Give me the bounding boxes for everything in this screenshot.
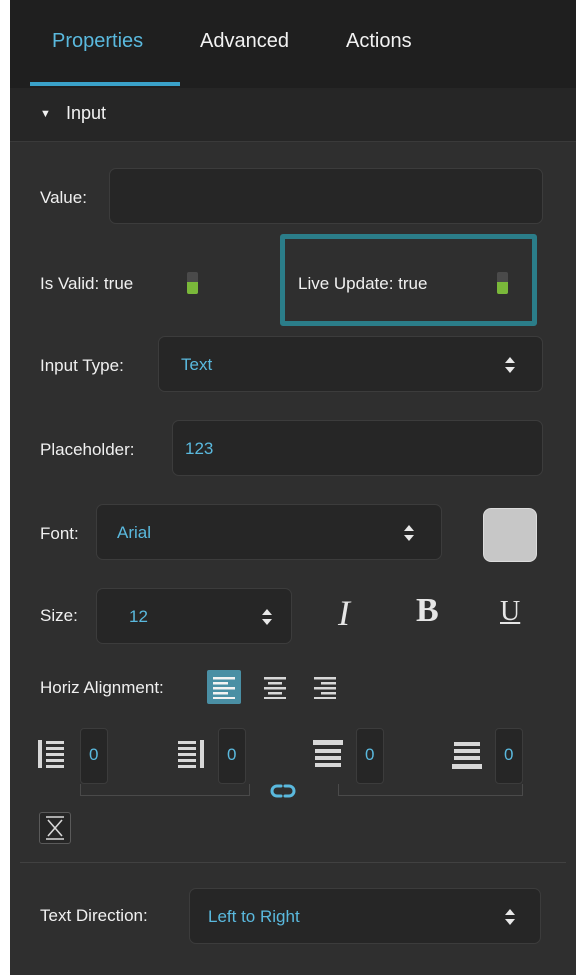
tab-properties[interactable]: Properties [52,30,143,53]
align-center-button[interactable] [258,670,292,704]
value-label: Value: [40,188,87,207]
size-select[interactable]: 12 [96,588,292,644]
select-arrows-icon [505,909,515,925]
align-left-icon [213,677,235,699]
padding-top-input[interactable]: 0 [356,728,384,784]
font-select[interactable]: Arial [96,504,442,560]
input-type-label: Input Type: [40,356,124,375]
text-direction-value: Left to Right [208,907,300,926]
padding-bottom-icon [452,742,482,769]
size-label: Size: [40,606,78,625]
font-color-swatch[interactable] [483,508,537,562]
align-right-button[interactable] [308,670,342,704]
is-valid-label: Is Valid: true [40,274,134,293]
input-type-value: Text [181,355,213,374]
properties-panel: Properties Advanced Actions ▼ Input Valu… [10,0,576,975]
padding-top-value: 0 [365,745,375,764]
font-label: Font: [40,524,79,543]
underline-button[interactable]: U [500,596,520,628]
padding-left-icon [38,740,64,768]
size-value: 12 [129,607,148,626]
bold-button[interactable]: B [416,592,439,630]
font-value: Arial [117,523,152,542]
tab-actions[interactable]: Actions [346,30,412,53]
padding-top-icon [313,740,343,767]
section-title: Input [66,103,107,123]
padding-right-icon [178,740,204,768]
tab-bar: Properties Advanced Actions [10,0,576,88]
align-center-icon [264,677,286,699]
placeholder-input[interactable]: 123 [172,420,543,476]
text-direction-label: Text Direction: [40,906,148,925]
align-right-icon [314,677,336,699]
link-icon[interactable] [270,783,296,799]
padding-right-value: 0 [227,745,237,764]
placeholder-label: Placeholder: [40,440,135,459]
align-left-button[interactable] [207,670,241,704]
horiz-alignment-label: Horiz Alignment: [40,678,164,697]
is-valid-toggle[interactable] [187,272,198,294]
padding-right-input[interactable]: 0 [218,728,246,784]
section-header-input[interactable]: ▼ Input [10,88,576,142]
padding-bottom-input[interactable]: 0 [495,728,523,784]
padding-link-bracket-right [338,784,523,796]
padding-left-input[interactable]: 0 [80,728,108,784]
select-arrows-icon [262,609,272,625]
padding-bottom-value: 0 [504,745,514,764]
reset-padding-button[interactable] [39,812,71,844]
expand-triangle-icon: ▼ [40,108,51,120]
placeholder-value: 123 [185,439,214,458]
tab-advanced[interactable]: Advanced [200,30,289,53]
input-type-select[interactable]: Text [158,336,543,392]
section-divider [20,862,566,863]
select-arrows-icon [505,357,515,373]
padding-link-bracket-left [80,784,250,796]
live-update-toggle[interactable] [497,272,508,294]
select-arrows-icon [404,525,414,541]
active-tab-indicator [30,82,180,86]
live-update-label: Live Update: true [298,274,428,293]
text-direction-select[interactable]: Left to Right [189,888,541,944]
italic-button[interactable]: I [338,592,350,634]
collapse-x-icon [46,816,64,840]
value-input[interactable] [109,168,543,224]
padding-left-value: 0 [89,745,99,764]
